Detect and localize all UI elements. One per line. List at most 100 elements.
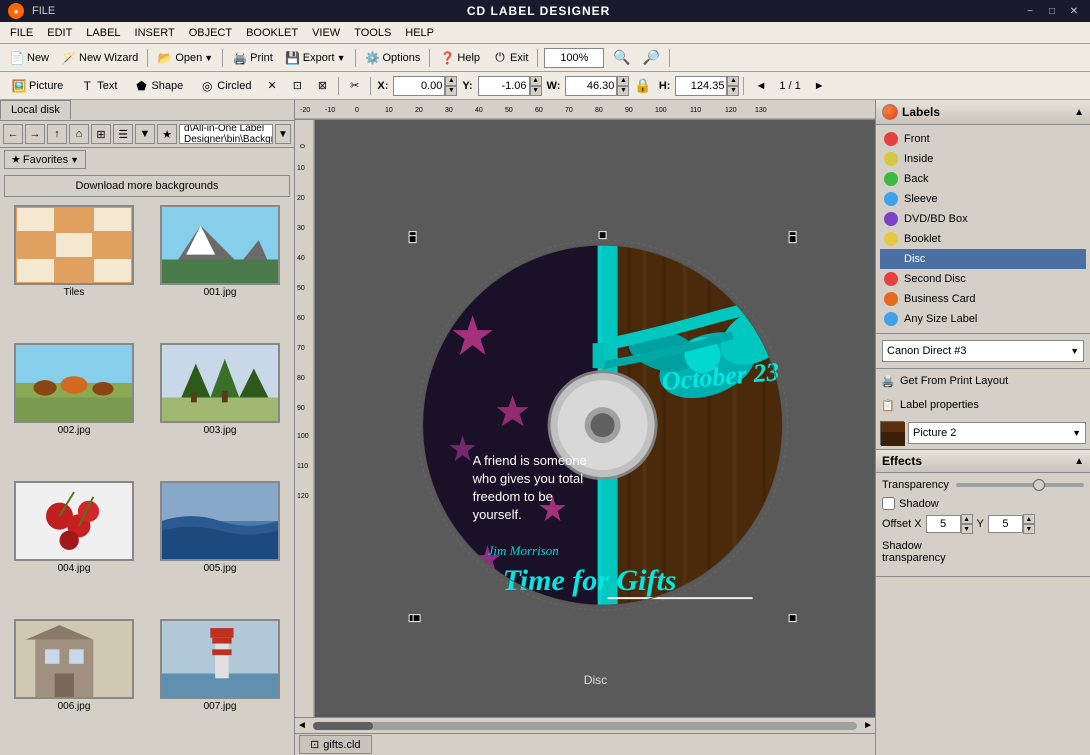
y-up-arrow[interactable]: ▲	[530, 76, 542, 86]
menu-label[interactable]: LABEL	[80, 25, 126, 41]
thumbnail-006[interactable]: 006.jpg	[4, 619, 144, 751]
nav-back-button[interactable]: ←	[3, 124, 23, 144]
w-up-arrow[interactable]: ▲	[617, 76, 629, 86]
shadow-checkbox[interactable]	[882, 497, 895, 510]
label-front[interactable]: Front	[880, 129, 1086, 149]
menu-object[interactable]: OBJECT	[183, 25, 238, 41]
menu-insert[interactable]: INSERT	[129, 25, 181, 41]
open-button[interactable]: 📂 Open ▼	[152, 47, 218, 69]
label-disc[interactable]: Disc	[880, 249, 1086, 269]
effects-header[interactable]: Effects ▲	[876, 450, 1090, 473]
nav-up-button[interactable]: ↑	[47, 124, 67, 144]
zoom-in-button[interactable]: 🔎	[638, 48, 665, 67]
thumbnail-002[interactable]: 002.jpg	[4, 343, 144, 475]
menu-help[interactable]: HELP	[399, 25, 440, 41]
thumbnail-004[interactable]: 004.jpg	[4, 481, 144, 613]
y-input[interactable]: -1.06	[478, 76, 530, 96]
handle-mr[interactable]	[789, 235, 797, 243]
path-display[interactable]: d\All-in-One Label Designer\bin\Backgrou…	[179, 124, 273, 144]
scrollbar-thumb[interactable]	[313, 722, 373, 730]
effects-collapse[interactable]: ▲	[1074, 456, 1084, 467]
circled-tool[interactable]: ◎ Circled	[192, 75, 258, 97]
minimize-button[interactable]: −	[1022, 3, 1038, 19]
label-dvd-box[interactable]: DVD/BD Box	[880, 209, 1086, 229]
transparency-slider-track[interactable]	[956, 483, 1084, 487]
export-button[interactable]: 💾 Export ▼	[280, 47, 351, 69]
offset-y-down[interactable]: ▼	[1023, 524, 1035, 534]
canvas-main[interactable]: October 23 A friend is someone who gives…	[315, 120, 875, 717]
download-backgrounds-button[interactable]: Download more backgrounds	[4, 175, 290, 197]
nav-home-button[interactable]: ⌂	[69, 124, 89, 144]
offset-x-input[interactable]: 5	[926, 515, 961, 533]
nav-fav-icon[interactable]: ★	[157, 124, 177, 144]
h-input[interactable]: 124.35	[675, 76, 727, 96]
picture-tool[interactable]: 🖼️ Picture	[4, 75, 70, 97]
prev-page-button[interactable]: ◄	[748, 77, 773, 95]
help-button[interactable]: ❓ Help	[434, 47, 485, 69]
h-up-arrow[interactable]: ▲	[727, 76, 739, 86]
thumbnail-007[interactable]: 007.jpg	[150, 619, 290, 751]
scroll-right-button[interactable]: ►	[861, 720, 875, 731]
move-tool[interactable]: ⊡	[286, 76, 309, 95]
label-properties-action[interactable]: 📋 Label properties	[876, 393, 1090, 417]
offset-y-input[interactable]: 5	[988, 515, 1023, 533]
x-input[interactable]: 0.00	[393, 76, 445, 96]
labels-collapse[interactable]: ▲	[1074, 107, 1084, 118]
nav-forward-button[interactable]: →	[25, 124, 45, 144]
nav-view-button[interactable]: ⊞	[91, 124, 111, 144]
options-button[interactable]: ⚙️ Options	[360, 47, 426, 69]
label-sleeve[interactable]: Sleeve	[880, 189, 1086, 209]
document-tab[interactable]: ⊡ gifts.cld	[299, 735, 372, 754]
handle-tm[interactable]	[599, 231, 607, 239]
thumbnail-001[interactable]: 001.jpg	[150, 205, 290, 337]
shape-tool[interactable]: ⬟ Shape	[126, 75, 190, 97]
label-any-size[interactable]: Any Size Label	[880, 309, 1086, 329]
handle-ml[interactable]	[409, 235, 417, 243]
new-button[interactable]: 📄 New	[4, 47, 54, 69]
horizontal-scrollbar[interactable]: ◄ ►	[295, 717, 875, 733]
x-up-arrow[interactable]: ▲	[445, 76, 457, 86]
zoom-out-button[interactable]: 🔍	[608, 48, 635, 67]
local-disk-tab[interactable]: Local disk	[0, 100, 71, 120]
w-down-arrow[interactable]: ▼	[617, 86, 629, 96]
maximize-button[interactable]: □	[1044, 3, 1060, 19]
label-booklet[interactable]: Booklet	[880, 229, 1086, 249]
get-from-print-action[interactable]: 🖨️ Get From Print Layout	[876, 369, 1090, 393]
thumbnail-tiles[interactable]: Tiles	[4, 205, 144, 337]
scroll-left-button[interactable]: ◄	[295, 720, 309, 731]
printer-dropdown[interactable]: Canon Direct #3 ▼	[882, 340, 1084, 362]
handle-bm[interactable]	[413, 614, 421, 622]
offset-x-down[interactable]: ▼	[961, 524, 973, 534]
menu-view[interactable]: VIEW	[306, 25, 346, 41]
flip-tool[interactable]: ⊠	[311, 76, 334, 95]
label-business-card[interactable]: Business Card	[880, 289, 1086, 309]
offset-x-up[interactable]: ▲	[961, 514, 973, 524]
close-button[interactable]: ✕	[1066, 3, 1082, 19]
select-tool[interactable]: ✕	[260, 76, 283, 95]
x-down-arrow[interactable]: ▼	[445, 86, 457, 96]
cut-tool[interactable]: ✂	[343, 76, 366, 95]
new-wizard-button[interactable]: 🪄 New Wizard	[56, 47, 143, 69]
menu-file[interactable]: FILE	[4, 25, 39, 41]
print-button[interactable]: 🖨️ Print	[227, 47, 278, 69]
text-tool[interactable]: T Text	[72, 75, 124, 97]
path-dropdown[interactable]: ▼	[275, 124, 291, 144]
thumbnail-005[interactable]: 005.jpg	[150, 481, 290, 613]
labels-header[interactable]: Labels ▲	[876, 100, 1090, 125]
next-page-button[interactable]: ►	[807, 77, 832, 95]
nav-more-button[interactable]: ▼	[135, 124, 155, 144]
menu-booklet[interactable]: BOOKLET	[240, 25, 304, 41]
h-down-arrow[interactable]: ▼	[727, 86, 739, 96]
label-back[interactable]: Back	[880, 169, 1086, 189]
label-second-disc[interactable]: Second Disc	[880, 269, 1086, 289]
label-inside[interactable]: Inside	[880, 149, 1086, 169]
menu-tools[interactable]: TOOLS	[348, 25, 397, 41]
thumbnail-003[interactable]: 003.jpg	[150, 343, 290, 475]
transparency-slider-thumb[interactable]	[1033, 479, 1045, 491]
y-down-arrow[interactable]: ▼	[530, 86, 542, 96]
handle-br[interactable]	[789, 614, 797, 622]
exit-button[interactable]: ⏻ Exit	[487, 47, 533, 69]
menu-edit[interactable]: EDIT	[41, 25, 78, 41]
favorites-button[interactable]: ★ Favorites ▼	[4, 150, 86, 169]
w-input[interactable]: 46.30	[565, 76, 617, 96]
